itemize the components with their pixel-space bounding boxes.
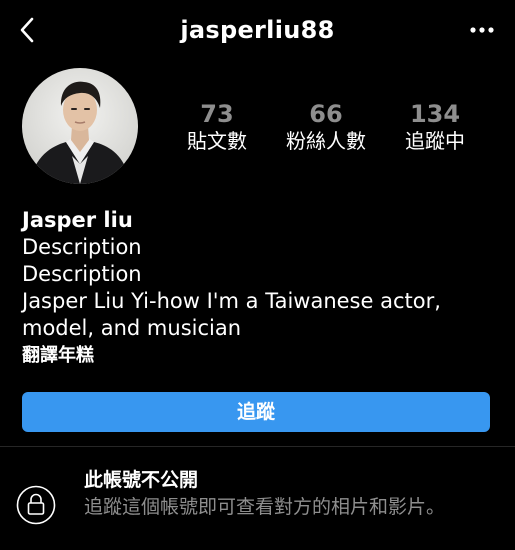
bio-line: Description — [22, 235, 142, 259]
stat-posts[interactable]: 73 貼文數 — [162, 100, 272, 154]
more-horizontal-icon — [470, 27, 494, 33]
stat-following[interactable]: 134 追蹤中 — [380, 100, 490, 154]
stat-count: 134 — [409, 100, 461, 128]
private-account-title: 此帳號不公開 — [84, 469, 199, 491]
stat-count: 66 — [309, 100, 343, 128]
profile-avatar[interactable] — [22, 68, 138, 184]
private-account-description: 追蹤這個帳號即可查看對方的相片和影片。 — [84, 496, 446, 518]
stat-label: 追蹤中 — [405, 129, 465, 153]
avatar-image — [22, 68, 138, 184]
divider — [0, 446, 515, 447]
stat-label: 粉絲人數 — [286, 129, 366, 153]
bio-line: Jasper Liu Yi-how I'm a Taiwanese actor, — [22, 289, 441, 313]
stat-label: 貼文數 — [187, 129, 247, 153]
follow-button[interactable]: 追蹤 — [22, 392, 490, 432]
profile-bio: Jasper liu Description Description Jaspe… — [22, 207, 502, 369]
profile-display-name: Jasper liu — [22, 208, 133, 232]
profile-username: jasperliu88 — [180, 16, 335, 44]
stat-count: 73 — [200, 100, 234, 128]
more-options-button[interactable] — [467, 20, 497, 40]
bio-line: Description — [22, 262, 142, 286]
bio-line: model, and musician — [22, 316, 242, 340]
lock-icon — [16, 485, 56, 525]
translate-link[interactable]: 翻譯年糕 — [22, 343, 502, 369]
stat-followers[interactable]: 66 粉絲人數 — [271, 100, 381, 154]
top-bar: jasperliu88 — [0, 0, 515, 62]
